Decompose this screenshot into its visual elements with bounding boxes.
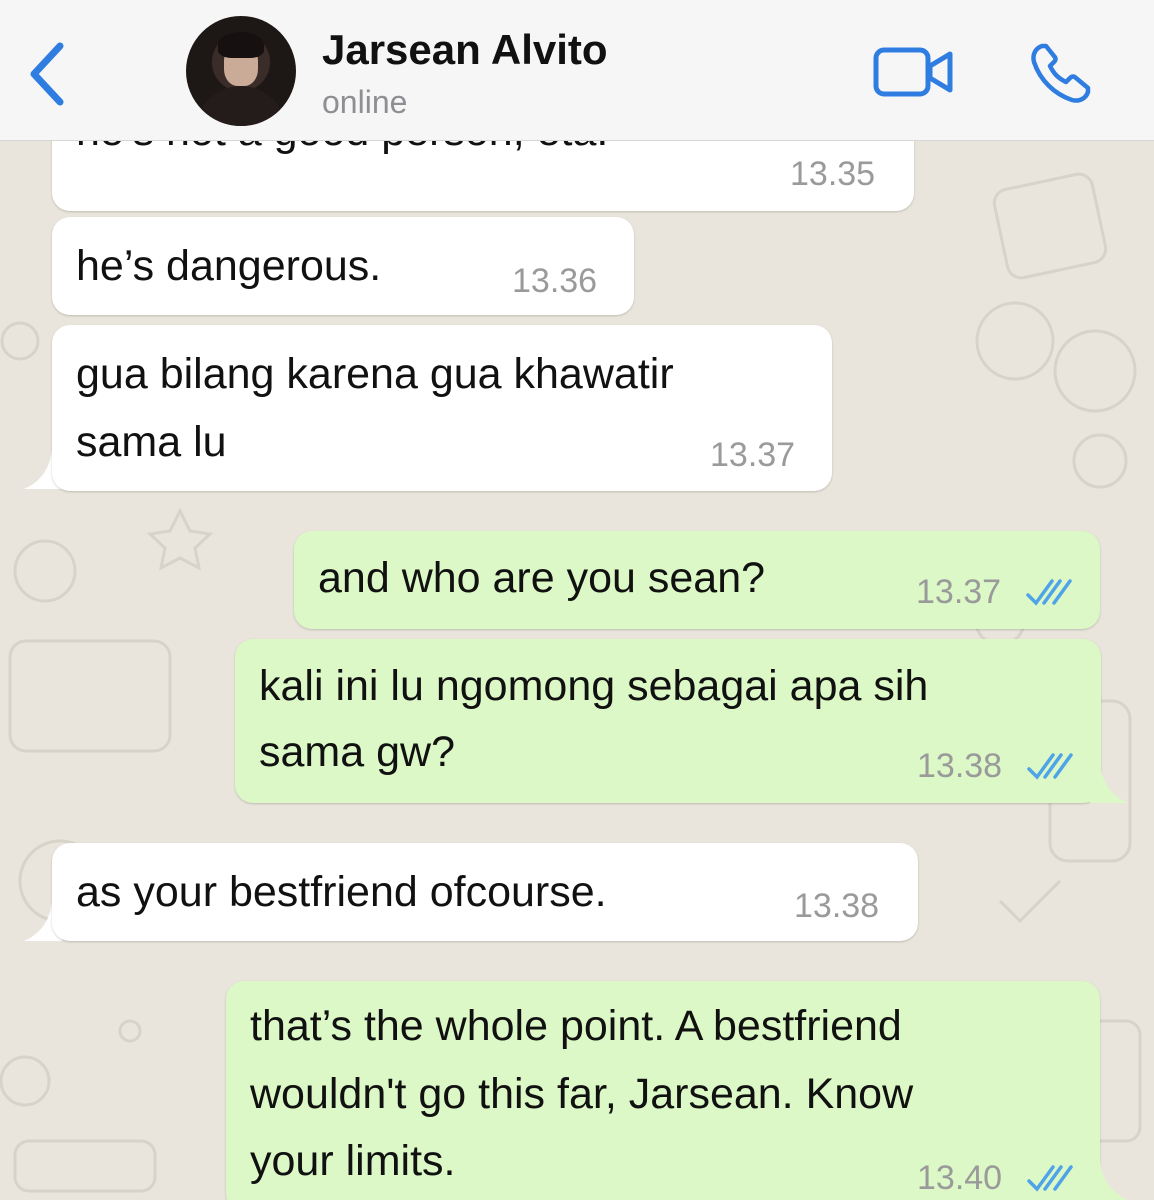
message-time: 13.35 [790,155,876,193]
message-outgoing[interactable]: and who are you sean? 13.37 [294,531,1100,629]
contact-avatar[interactable] [186,16,296,126]
message-text-line: gua bilang karena gua khawatir [76,350,674,398]
message-text-line: wouldn't go this far, Jarsean. Know [250,1070,914,1118]
message-incoming[interactable]: he’s dangerous. 13.36 [52,217,634,315]
video-camera-icon[interactable] [872,44,956,100]
message-text-line: sama lu [76,418,227,466]
avatar-hair [218,32,264,58]
double-check-icon [1026,579,1072,606]
message-text: he’s dangerous. [76,242,382,290]
message-time: 13.36 [512,262,598,300]
contact-name[interactable]: Jarsean Alvito [322,26,608,74]
message-list[interactable]: he’s not a good person, eta. 13.35 he’s … [0,141,1154,1200]
message-time: 13.38 [917,747,1003,785]
message-text-line: your limits. [250,1137,456,1185]
bubble-tail [1090,1160,1128,1200]
message-incoming[interactable]: gua bilang karena gua khawatir sama lu 1… [52,325,832,491]
message-text-line: sama gw? [259,728,455,776]
message-time: 13.40 [917,1159,1003,1197]
bubble-tail [1090,763,1128,803]
message-text-line: kali ini lu ngomong sebagai apa sih [259,662,929,710]
message-time: 13.37 [710,436,796,474]
message-text: he’s not a good person, eta. [76,141,608,164]
double-check-icon [1027,753,1073,780]
message-time: 13.37 [916,573,1002,611]
message-time: 13.38 [794,887,880,925]
message-text-line: that’s the whole point. A bestfriend [250,1002,902,1050]
double-check-icon [1027,1165,1073,1192]
avatar-shoulders [196,86,286,126]
message-incoming[interactable]: as your bestfriend ofcourse. 13.38 [52,843,918,941]
message-outgoing[interactable]: that’s the whole point. A bestfriend wou… [226,981,1100,1200]
message-text: as your bestfriend ofcourse. [76,868,607,916]
contact-status: online [322,84,408,120]
message-text: and who are you sean? [318,554,766,602]
message-outgoing[interactable]: kali ini lu ngomong sebagai apa sih sama… [235,639,1101,803]
phone-icon[interactable] [1028,40,1094,106]
back-chevron-icon[interactable] [22,38,72,110]
message-incoming[interactable]: he’s not a good person, eta. 13.35 [52,141,914,211]
chat-header: Jarsean Alvito online [0,0,1154,141]
